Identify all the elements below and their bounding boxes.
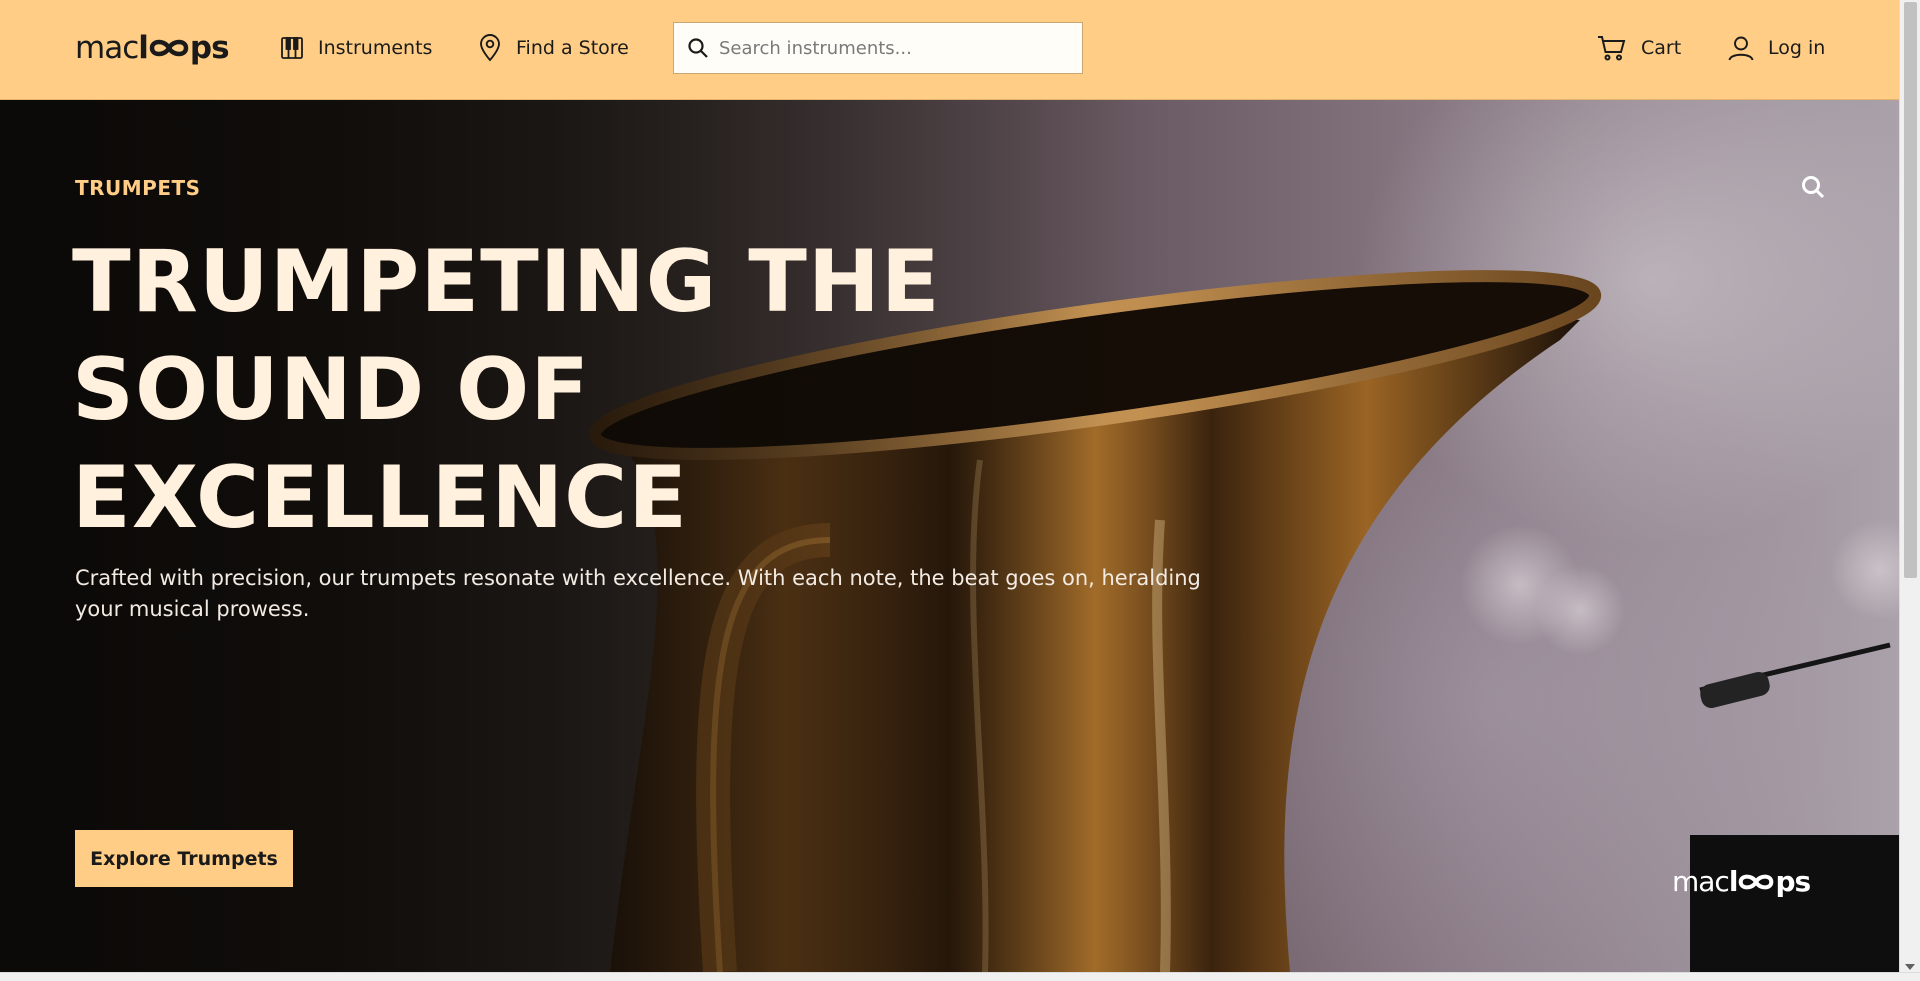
explore-trumpets-button[interactable]: Explore Trumpets — [75, 830, 293, 887]
vertical-scrollbar[interactable] — [1899, 0, 1920, 972]
horizontal-scrollbar[interactable] — [0, 972, 1920, 981]
map-pin-icon — [478, 34, 502, 62]
site-logo[interactable]: mac l ps — [75, 28, 230, 68]
piano-keys-icon — [280, 36, 304, 60]
shopping-cart-icon — [1597, 34, 1627, 62]
hero-title-line: EXCELLENCE — [72, 448, 689, 548]
search-icon[interactable] — [687, 37, 709, 59]
watermark-l: l — [1728, 865, 1739, 898]
nav-instruments[interactable]: Instruments — [280, 33, 432, 63]
nav-instruments-label: Instruments — [318, 37, 433, 59]
site-header: mac l ps Instruments Find a Store Search… — [0, 0, 1899, 100]
nav-find-a-store[interactable]: Find a Store — [478, 33, 629, 63]
double-o-loop-icon — [149, 37, 189, 59]
hero-description: Crafted with precision, our trumpets res… — [75, 566, 1201, 621]
user-icon — [1728, 35, 1754, 61]
watermark-logo: mac l ps — [1672, 865, 1811, 898]
hero-banner: TRUMPETS TRUMPETING THE SOUND OF EXCELLE… — [0, 100, 1899, 972]
login-link[interactable]: Log in — [1728, 33, 1825, 63]
login-label: Log in — [1768, 37, 1826, 59]
watermark-prefix: mac — [1672, 865, 1730, 898]
search-icon[interactable] — [1800, 174, 1826, 200]
double-o-loop-icon — [1738, 872, 1774, 892]
cart-link[interactable]: Cart — [1597, 33, 1681, 63]
scrollbar-thumb[interactable] — [1904, 2, 1917, 578]
logo-suffix: ps — [189, 30, 230, 66]
hero-title-line: TRUMPETING THE — [72, 232, 941, 332]
logo-prefix: mac — [75, 30, 139, 66]
header-search — [673, 22, 1083, 74]
hero-title: TRUMPETING THE SOUND OF EXCELLENCE — [72, 228, 972, 552]
scroll-down-arrow-icon[interactable] — [1905, 964, 1915, 970]
hero-eyebrow: TRUMPETS — [75, 176, 201, 200]
nav-find-a-store-label: Find a Store — [516, 37, 629, 59]
logo-l: l — [138, 30, 149, 66]
cart-label: Cart — [1641, 37, 1682, 59]
hero-title-line: SOUND OF — [72, 340, 591, 440]
search-input[interactable] — [719, 37, 1059, 59]
watermark-suffix: ps — [1775, 865, 1811, 898]
